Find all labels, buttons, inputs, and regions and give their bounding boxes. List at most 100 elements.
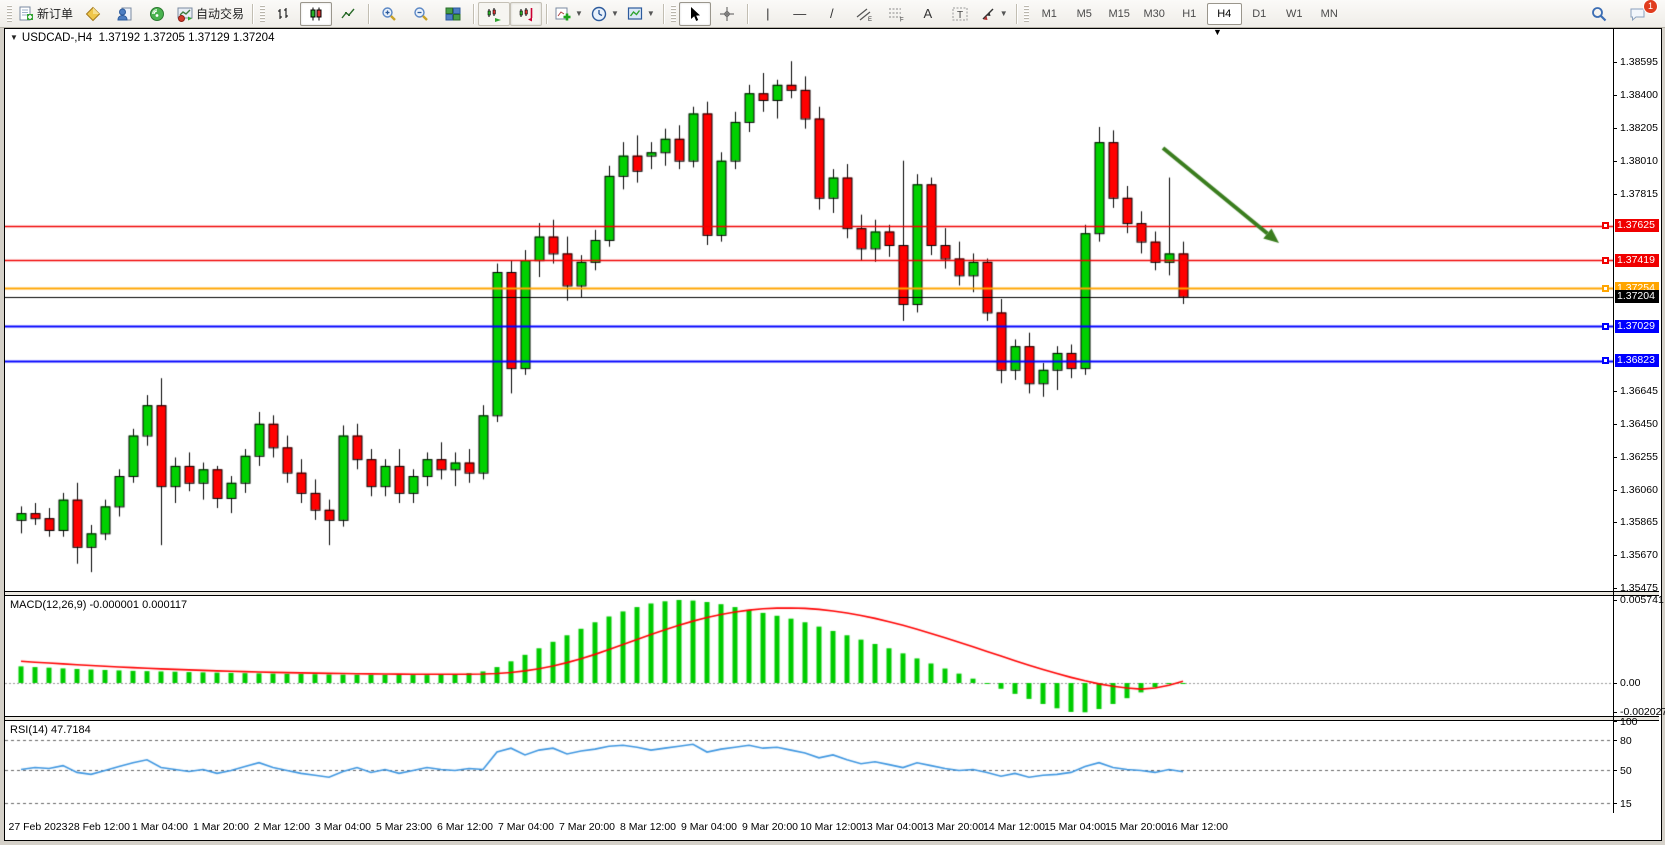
- time-axis-label: 14 Mar 12:00: [983, 821, 1045, 833]
- price-tick-label: 1.36255: [1620, 451, 1658, 463]
- time-axis-label: 1 Mar 20:00: [193, 821, 249, 833]
- chart-title-text: USDCAD-,H4 1.37192 1.37205 1.37129 1.372…: [22, 32, 275, 44]
- price-tick-mark: [1613, 424, 1617, 425]
- fibonacci-button[interactable]: F: [880, 2, 912, 26]
- community-button[interactable]: [109, 2, 141, 26]
- toolbar-grip[interactable]: [1024, 5, 1029, 23]
- trendline-button[interactable]: /: [816, 2, 848, 26]
- auto-scroll-button[interactable]: [478, 2, 510, 26]
- equidistant-channel-button[interactable]: E: [848, 2, 880, 26]
- price-tick-label: 1.35865: [1620, 516, 1658, 528]
- trendline-icon: /: [830, 7, 834, 20]
- symbol-caret-icon: ▼: [10, 33, 18, 42]
- rsi-axis-label: 80: [1620, 735, 1632, 747]
- price-level-tag[interactable]: 1.36823: [1615, 354, 1659, 367]
- svg-text:E: E: [868, 17, 872, 22]
- line-chart-button[interactable]: [332, 2, 364, 26]
- line-drag-handle[interactable]: [1602, 357, 1609, 364]
- toolbar-grip[interactable]: [671, 5, 676, 23]
- price-tick-label: 1.35670: [1620, 549, 1658, 561]
- chart-title: ▼ USDCAD-,H4 1.37192 1.37205 1.37129 1.37…: [10, 32, 274, 44]
- templates-button[interactable]: ▼: [623, 2, 659, 26]
- toolbar-grip[interactable]: [7, 5, 12, 23]
- toolbar-separator: [1016, 4, 1017, 24]
- timeframe-m5-button[interactable]: M5: [1067, 3, 1102, 25]
- timeframe-h4-button[interactable]: H4: [1207, 3, 1242, 25]
- time-axis-label: 9 Mar 04:00: [681, 821, 737, 833]
- chevron-down-icon: ▼: [1000, 9, 1008, 18]
- window-bottom-edge: [0, 841, 1665, 845]
- text-label-icon: T: [951, 6, 969, 22]
- rsi-pane-canvas[interactable]: [5, 721, 1613, 813]
- time-axis-label: 15 Mar 04:00: [1044, 821, 1106, 833]
- price-level-tag[interactable]: 1.37419: [1615, 254, 1659, 267]
- notification-badge: 1: [1643, 0, 1658, 14]
- zoom-out-button[interactable]: [405, 2, 437, 26]
- candlestick-chart-icon: [308, 6, 324, 22]
- main-toolbar: 新订单 自动交易 ▼: [0, 0, 1665, 28]
- price-tick-label: 1.38400: [1620, 89, 1658, 101]
- timeframe-h1-button[interactable]: H1: [1172, 3, 1207, 25]
- zoom-in-button[interactable]: [373, 2, 405, 26]
- cursor-button[interactable]: [679, 2, 711, 26]
- time-axis-label: 3 Mar 04:00: [315, 821, 371, 833]
- toolbar-separator: [663, 4, 664, 24]
- chart-shift-marker-icon[interactable]: ▼: [1213, 27, 1222, 37]
- price-tick-label: 1.36645: [1620, 385, 1658, 397]
- add-indicator-button[interactable]: ▼: [551, 2, 587, 26]
- bar-chart-button[interactable]: [268, 2, 300, 26]
- text-label-button[interactable]: T: [944, 2, 976, 26]
- crosshair-button[interactable]: [711, 2, 743, 26]
- metaeditor-button[interactable]: [77, 2, 109, 26]
- notifications-button[interactable]: 1: [1621, 2, 1653, 26]
- new-order-button[interactable]: 新订单: [15, 2, 77, 26]
- zoom-out-icon: [413, 6, 429, 22]
- toolbar-separator: [252, 4, 253, 24]
- periods-button[interactable]: ▼: [587, 2, 623, 26]
- svg-text:F: F: [900, 17, 904, 22]
- line-chart-icon: [340, 6, 356, 22]
- timeframe-m30-button[interactable]: M30: [1137, 3, 1172, 25]
- arrows-button[interactable]: ▼: [976, 2, 1012, 26]
- macd-pane-canvas[interactable]: [5, 596, 1613, 716]
- line-drag-handle[interactable]: [1602, 257, 1609, 264]
- time-axis-label: 1 Mar 04:00: [132, 821, 188, 833]
- horizontal-line-button[interactable]: —: [784, 2, 816, 26]
- chart-shift-button[interactable]: [510, 2, 542, 26]
- signal-globe-icon: [149, 6, 165, 22]
- time-axis-label: 10 Mar 12:00: [800, 821, 862, 833]
- pane-separator[interactable]: [5, 591, 1659, 596]
- price-tick-mark: [1613, 555, 1617, 556]
- price-level-tag[interactable]: 1.37029: [1615, 320, 1659, 333]
- vertical-line-button[interactable]: |: [752, 2, 784, 26]
- timeframe-m1-button[interactable]: M1: [1032, 3, 1067, 25]
- line-drag-handle[interactable]: [1602, 323, 1609, 330]
- time-axis-label: 6 Mar 12:00: [437, 821, 493, 833]
- line-drag-handle[interactable]: [1602, 285, 1609, 292]
- toolbar-grip[interactable]: [260, 5, 265, 23]
- price-tick-label: 1.38595: [1620, 56, 1658, 68]
- time-axis-label: 27 Feb 2023: [9, 821, 68, 833]
- price-tick-mark: [1613, 391, 1617, 392]
- timeframe-d1-button[interactable]: D1: [1242, 3, 1277, 25]
- line-drag-handle[interactable]: [1602, 222, 1609, 229]
- price-level-tag[interactable]: 1.37625: [1615, 219, 1659, 232]
- price-tick-mark: [1613, 194, 1617, 195]
- timeframe-m15-button[interactable]: M15: [1102, 3, 1137, 25]
- autotrading-button[interactable]: 自动交易: [173, 2, 248, 26]
- time-axis-label: 15 Mar 20:00: [1105, 821, 1167, 833]
- price-tick-label: 1.37815: [1620, 188, 1658, 200]
- price-axis-divider: [1613, 29, 1614, 813]
- pane-separator[interactable]: [5, 716, 1659, 721]
- time-axis-label: 7 Mar 04:00: [498, 821, 554, 833]
- time-axis-label: 9 Mar 20:00: [742, 821, 798, 833]
- main-chart-canvas[interactable]: [5, 29, 1613, 591]
- search-button[interactable]: [1583, 2, 1615, 26]
- timeframe-mn-button[interactable]: MN: [1312, 3, 1347, 25]
- candlestick-chart-button[interactable]: [300, 2, 332, 26]
- timeframe-w1-button[interactable]: W1: [1277, 3, 1312, 25]
- price-level-tag[interactable]: 1.37204: [1615, 290, 1659, 303]
- tile-windows-button[interactable]: [437, 2, 469, 26]
- signals-button[interactable]: [141, 2, 173, 26]
- text-button[interactable]: A: [912, 2, 944, 26]
